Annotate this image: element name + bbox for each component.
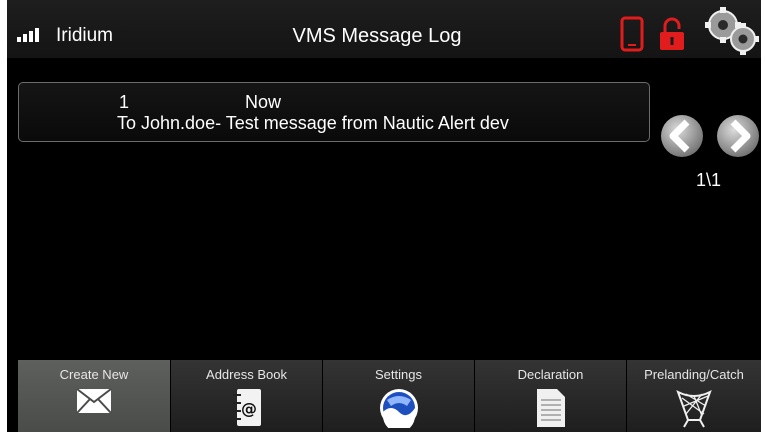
document-icon [536,389,565,427]
prelanding-catch-button[interactable]: Prelanding/Catch [627,360,761,432]
create-new-button[interactable]: Create New [18,360,171,432]
declaration-button[interactable]: Declaration [475,360,627,432]
svg-text:@: @ [241,399,257,418]
screen-border-right [761,0,765,432]
message-list-item[interactable]: 1 Now To John.doe- Test message from Nau… [18,82,650,142]
address-book-icon: @ [232,389,261,426]
fishing-net-icon [676,389,712,428]
noaa-icon [379,389,418,428]
screen-border-left [0,0,7,432]
prelanding-catch-label: Prelanding/Catch [644,367,744,382]
previous-page-button[interactable] [657,113,707,159]
message-time: Now [245,92,282,112]
create-new-label: Create New [59,367,129,382]
message-number: 1 [119,92,130,112]
phone-icon[interactable] [620,16,644,52]
settings-label: Settings [375,367,422,382]
declaration-label: Declaration [517,367,584,382]
page-title: VMS Message Log [292,25,462,47]
bottom-toolbar: Create New Address Book @ Settings Decla… [18,360,761,432]
next-page-button[interactable] [713,113,763,159]
signal-icon [17,28,39,42]
message-text: To John.doe- Test message from Nautic Al… [117,113,509,133]
envelope-icon [76,388,112,414]
network-label: Iridium [56,25,114,46]
address-book-label: Address Book [206,367,287,382]
device-screen: Iridium VMS Message Log 1 Now To John.do… [0,0,765,432]
gear-icon[interactable] [704,6,760,56]
settings-button[interactable]: Settings [323,360,475,432]
header-bar: Iridium VMS Message Log [7,0,761,58]
page-indicator: 1\1 [696,170,722,190]
unlock-icon[interactable] [659,17,685,51]
address-book-button[interactable]: Address Book @ [171,360,323,432]
